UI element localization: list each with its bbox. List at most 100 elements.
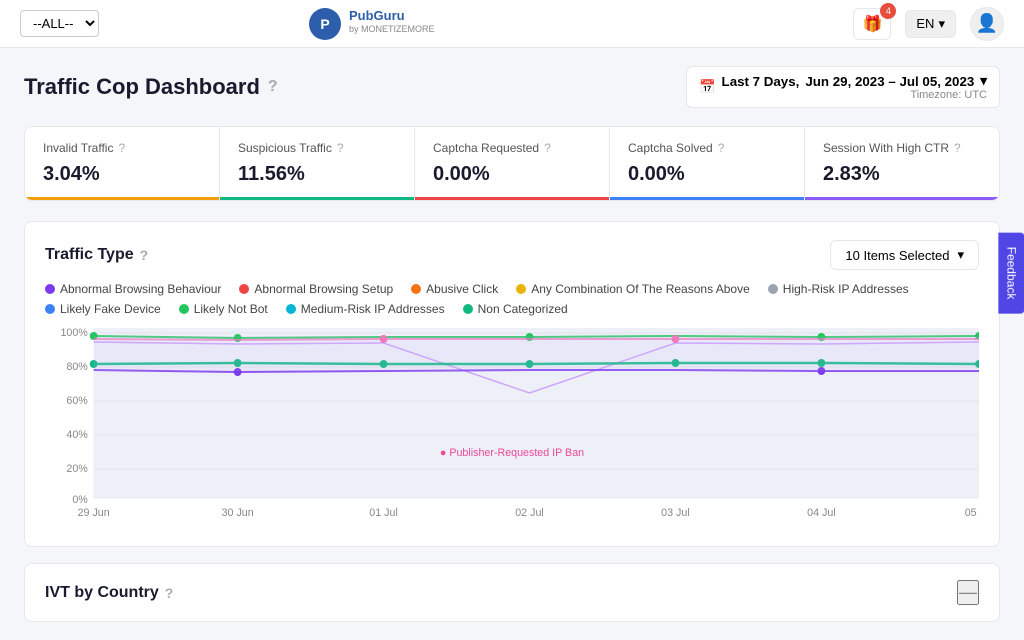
gift-button[interactable]: 🎁4 — [853, 8, 891, 40]
metric-bar-0 — [25, 197, 219, 200]
metric-label-text-2: Captcha Requested — [433, 141, 539, 155]
user-button[interactable]: 👤 — [970, 7, 1004, 41]
legend-item-7: Medium-Risk IP Addresses — [286, 302, 445, 316]
legend-item-2: Abusive Click — [411, 282, 498, 296]
metric-label-text-1: Suspicious Traffic — [238, 141, 332, 155]
legend-item-5: Likely Fake Device — [45, 302, 161, 316]
items-chevron: ▾ — [957, 247, 964, 263]
svg-text:100%: 100% — [60, 328, 88, 339]
date-chevron: ▾ — [980, 73, 987, 89]
items-select-button[interactable]: 10 Items Selected ▾ — [830, 240, 979, 270]
legend-label-5: Likely Fake Device — [60, 302, 161, 316]
metric-label-text-4: Session With High CTR — [823, 141, 949, 155]
legend-dot-8 — [463, 304, 473, 314]
chart-title: Traffic Type ? — [45, 246, 148, 264]
date-range-button[interactable]: 📅 Last 7 Days, Jun 29, 2023 – Jul 05, 20… — [686, 66, 1000, 108]
ivt-title-text: IVT by Country — [45, 584, 159, 602]
metric-bar-1 — [220, 197, 414, 200]
timezone-label: Timezone: UTC — [910, 89, 987, 101]
legend-label-8: Non Categorized — [478, 302, 568, 316]
items-selected-label: 10 Items Selected — [845, 248, 949, 263]
metric-value-0: 3.04% — [43, 163, 201, 186]
ivt-header: IVT by Country ? — — [45, 580, 979, 605]
metric-help-4[interactable]: ? — [954, 141, 961, 155]
metric-label-2: Captcha Requested ? — [433, 141, 591, 155]
legend-dot-5 — [45, 304, 55, 314]
svg-text:P: P — [320, 16, 329, 32]
ivt-collapse-button[interactable]: — — [957, 580, 979, 605]
metric-label-4: Session With High CTR ? — [823, 141, 981, 155]
chart-help-icon[interactable]: ? — [140, 247, 149, 263]
metric-value-4: 2.83% — [823, 163, 981, 186]
legend-label-1: Abnormal Browsing Setup — [254, 282, 393, 296]
date-value: Jun 29, 2023 – Jul 05, 2023 — [805, 74, 974, 89]
metric-label-0: Invalid Traffic ? — [43, 141, 201, 155]
legend-dot-6 — [179, 304, 189, 314]
date-range-section: 📅 Last 7 Days, Jun 29, 2023 – Jul 05, 20… — [686, 66, 1000, 108]
svg-text:40%: 40% — [66, 429, 88, 441]
legend-label-0: Abnormal Browsing Behaviour — [60, 282, 221, 296]
svg-text:30 Jun: 30 Jun — [222, 507, 254, 519]
chart-header: Traffic Type ? 10 Items Selected ▾ — [45, 240, 979, 270]
metric-help-0[interactable]: ? — [118, 141, 125, 155]
legend-label-7: Medium-Risk IP Addresses — [301, 302, 445, 316]
metric-label-text-0: Invalid Traffic — [43, 141, 113, 155]
metric-value-1: 11.56% — [238, 163, 396, 186]
ivt-title: IVT by Country ? — [45, 584, 173, 602]
lang-label: EN — [916, 16, 934, 31]
legend-label-4: High-Risk IP Addresses — [783, 282, 909, 296]
gift-badge: 4 — [880, 3, 896, 19]
page-title-container: Traffic Cop Dashboard ? — [24, 74, 278, 100]
metric-suspicious-traffic: Suspicious Traffic ? 11.56% — [220, 127, 415, 200]
svg-text:01 Jul: 01 Jul — [369, 507, 398, 519]
metric-bar-3 — [610, 197, 804, 200]
metric-label-1: Suspicious Traffic ? — [238, 141, 396, 155]
legend-dot-3 — [516, 284, 526, 294]
metric-label-text-3: Captcha Solved — [628, 141, 713, 155]
metric-bar-2 — [415, 197, 609, 200]
title-help-icon[interactable]: ? — [268, 78, 278, 96]
svg-text:by MONETIZEMORE: by MONETIZEMORE — [349, 24, 435, 34]
nav-left: --ALL-- — [20, 10, 99, 37]
metric-value-2: 0.00% — [433, 163, 591, 186]
metric-help-1[interactable]: ? — [337, 141, 344, 155]
metric-value-3: 0.00% — [628, 163, 786, 186]
metric-captcha-requested: Captcha Requested ? 0.00% — [415, 127, 610, 200]
line-chart: 100% 80% 60% 40% 20% 0% ● Publisher-Requ… — [45, 328, 979, 528]
date-range-top: Last 7 Days, Jun 29, 2023 – Jul 05, 2023… — [722, 73, 987, 89]
legend-dot-7 — [286, 304, 296, 314]
metric-captcha-solved: Captcha Solved ? 0.00% — [610, 127, 805, 200]
metric-label-3: Captcha Solved ? — [628, 141, 786, 155]
legend-item-3: Any Combination Of The Reasons Above — [516, 282, 750, 296]
svg-text:03 Jul: 03 Jul — [661, 507, 690, 519]
site-select[interactable]: --ALL-- — [20, 10, 99, 37]
nav-logo: P PubGuru by MONETIZEMORE — [307, 6, 437, 42]
legend-item-6: Likely Not Bot — [179, 302, 268, 316]
ivt-help-icon[interactable]: ? — [165, 585, 174, 601]
svg-text:05 Jul: 05 Jul — [965, 507, 979, 519]
legend-item-0: Abnormal Browsing Behaviour — [45, 282, 221, 296]
metric-high-ctr: Session With High CTR ? 2.83% — [805, 127, 999, 200]
svg-text:20%: 20% — [66, 463, 88, 475]
chart-area: 100% 80% 60% 40% 20% 0% ● Publisher-Requ… — [45, 328, 979, 528]
legend-label-2: Abusive Click — [426, 282, 498, 296]
page-title: Traffic Cop Dashboard — [24, 74, 260, 100]
legend-item-8: Non Categorized — [463, 302, 568, 316]
language-button[interactable]: EN ▾ — [905, 10, 956, 38]
feedback-tab[interactable]: Feedback — [999, 233, 1024, 314]
svg-text:PubGuru: PubGuru — [349, 8, 405, 23]
svg-text:● Publisher-Requested IP Ban: ● Publisher-Requested IP Ban — [440, 447, 584, 459]
metric-invalid-traffic: Invalid Traffic ? 3.04% — [25, 127, 220, 200]
metric-help-2[interactable]: ? — [544, 141, 551, 155]
legend-dot-4 — [768, 284, 778, 294]
metric-help-3[interactable]: ? — [718, 141, 725, 155]
legend-dot-2 — [411, 284, 421, 294]
ivt-section: IVT by Country ? — — [24, 563, 1000, 622]
svg-text:0%: 0% — [72, 494, 88, 506]
chart-title-text: Traffic Type — [45, 246, 134, 264]
svg-text:60%: 60% — [66, 395, 88, 407]
calendar-icon: 📅 — [699, 79, 716, 95]
legend-dot-0 — [45, 284, 55, 294]
logo-svg: P PubGuru by MONETIZEMORE — [307, 6, 437, 42]
date-label: Last 7 Days, — [722, 74, 800, 89]
